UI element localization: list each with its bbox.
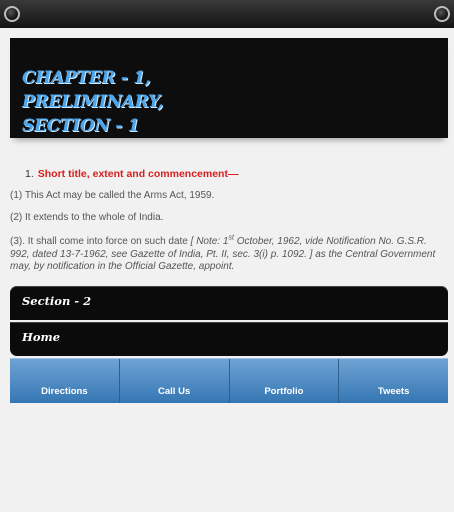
- subheading-text: Short title, extent and commencement—: [37, 168, 239, 180]
- top-bar: [0, 0, 454, 28]
- nav-label: Directions: [41, 386, 88, 397]
- chapter-header: CHAPTER - 1, PRELIMINARY, SECTION - 1: [10, 38, 448, 138]
- nav-item-call-us[interactable]: Call Us: [120, 359, 230, 403]
- nav-item-directions[interactable]: Directions: [10, 359, 120, 403]
- chapter-title-line: PRELIMINARY,: [22, 92, 164, 112]
- section-2-label: Section - 2: [22, 294, 92, 308]
- paragraph-1: (1) This Act may be called the Arms Act,…: [10, 190, 215, 201]
- nav-item-portfolio[interactable]: Portfolio: [230, 359, 340, 403]
- nav-label: Tweets: [377, 386, 410, 397]
- menu-circle-icon[interactable]: [4, 6, 20, 22]
- nav-label: Portfolio: [264, 386, 304, 397]
- subheading-number: 1.: [25, 168, 34, 180]
- paragraph-2: (2) It extends to the whole of India.: [10, 212, 164, 223]
- section-2-button[interactable]: Section - 2: [10, 286, 448, 320]
- nav-label: Call Us: [158, 386, 191, 397]
- bottom-nav: Directions Call Us Portfolio Tweets: [10, 358, 448, 403]
- paragraph-3: (3). It shall come into force on such da…: [10, 235, 440, 274]
- options-circle-icon[interactable]: [434, 6, 450, 22]
- section-subheading: 1. Short title, extent and commencement—: [25, 168, 238, 180]
- home-button[interactable]: Home: [10, 322, 448, 356]
- chapter-title-line: CHAPTER - 1,: [22, 68, 151, 88]
- chapter-title: CHAPTER - 1, PRELIMINARY, SECTION - 1: [22, 66, 163, 138]
- home-label: Home: [22, 330, 61, 344]
- paragraph-3-start: (3). It shall come into force on such da…: [10, 236, 191, 247]
- chapter-title-line: SECTION - 1: [22, 116, 140, 136]
- note-text: [ Note: 1: [190, 236, 229, 247]
- nav-item-tweets[interactable]: Tweets: [339, 359, 448, 403]
